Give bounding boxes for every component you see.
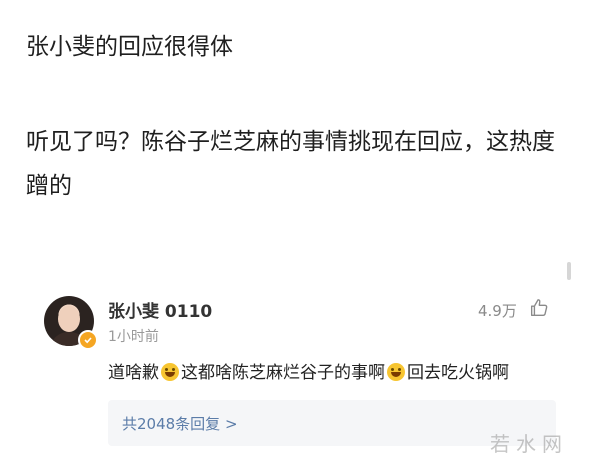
verified-badge-icon <box>78 330 98 350</box>
view-replies-link[interactable]: 共2048条回复 > <box>122 413 238 434</box>
comment-timestamp: 1小时前 <box>108 329 159 345</box>
avatar-face <box>58 306 80 332</box>
comment-text-part2: 这都啥陈芝麻烂谷子的事啊 <box>181 363 385 383</box>
comment-text: 道啥歉 这都啥陈芝麻烂谷子的事啊 回去吃火锅啊 <box>108 358 509 383</box>
scroll-indicator[interactable] <box>567 262 571 280</box>
like-count: 4.9万 <box>478 302 517 320</box>
post-body: 听见了吗？陈谷子烂芝麻的事情挑现在回应，这热度蹭的 <box>26 129 555 199</box>
laugh-emoji <box>387 363 405 381</box>
cry-laugh-emoji <box>161 363 179 381</box>
replies-box[interactable]: 共2048条回复 > <box>108 400 556 446</box>
post-caption: 张小斐的回应很得体 <box>26 34 233 60</box>
comment-username[interactable]: 张小斐 0110 <box>108 297 212 322</box>
watermark: 若水网 <box>490 432 568 456</box>
thumbs-up-icon[interactable] <box>528 297 550 319</box>
comment-text-part1: 道啥歉 <box>108 363 159 383</box>
comment-text-part3: 回去吃火锅啊 <box>407 363 509 383</box>
